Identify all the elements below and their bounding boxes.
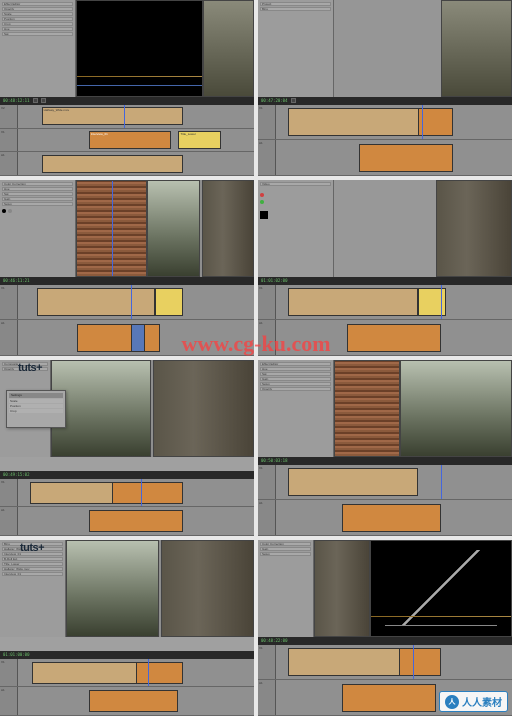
empty-canvas xyxy=(334,0,441,97)
color-panel: Color Correction Hue Sat Gain Setup xyxy=(0,180,76,277)
dot-green[interactable] xyxy=(260,200,264,204)
playhead[interactable] xyxy=(124,105,125,128)
panel-3: Color Correction Hue Sat Gain Setup 00:4… xyxy=(0,180,254,356)
playhead[interactable] xyxy=(422,105,423,140)
play-button[interactable] xyxy=(33,98,38,103)
indicator-dots xyxy=(260,193,331,197)
param-sat[interactable]: Sat xyxy=(2,32,73,36)
panel-6: Effect Editor Hue Sat Gain Setup Opacity… xyxy=(258,360,512,536)
monitor-b xyxy=(161,540,254,637)
bin-panel: Bins Hallway_Wide.mov Interview_01 B-Rol… xyxy=(0,540,66,637)
preview-thumbnail xyxy=(203,0,254,97)
program-monitor xyxy=(400,360,512,457)
screenshot-grid: Effect Editor Opacity Scale Position Cro… xyxy=(0,0,512,716)
swatch-gray[interactable] xyxy=(8,209,12,213)
source-brand-badge: 人 人人素材 xyxy=(439,691,508,712)
empty-canvas xyxy=(334,180,436,277)
timecode-bar: 00:48:12:11 xyxy=(0,97,254,105)
panel-title: Effect Editor xyxy=(2,2,73,6)
panel-1: Effect Editor Opacity Scale Position Cro… xyxy=(0,0,254,176)
curves-graph[interactable] xyxy=(76,0,203,97)
reference-monitor xyxy=(314,540,370,637)
black-swatch[interactable] xyxy=(260,211,268,219)
param-opacity[interactable]: Opacity xyxy=(2,7,73,11)
video-panel: Video xyxy=(258,180,334,277)
record-monitor xyxy=(436,180,512,277)
timeline-tracks[interactable]: V1 A1 xyxy=(258,105,512,176)
effect-params-panel: Effect Editor Opacity Scale Position Cro… xyxy=(0,0,76,97)
brand-icon: 人 xyxy=(445,695,459,709)
param-scale[interactable]: Scale xyxy=(2,12,73,16)
scope-display xyxy=(76,180,147,277)
source-monitor xyxy=(441,0,512,97)
waveform-scope xyxy=(334,360,400,457)
timeline-tracks[interactable]: V1 A1 xyxy=(0,285,254,356)
param-hue[interactable]: Hue xyxy=(2,27,73,31)
panel-5: Composite Opacity Settings Scale Positio… xyxy=(0,360,254,536)
project-panel: Project Bins xyxy=(258,0,334,97)
panel-8: Color Correction Gain Setup 00:48:22:00 … xyxy=(258,540,512,716)
tuts-logo: tuts+ xyxy=(20,542,44,554)
brand-text: 人人素材 xyxy=(462,694,502,709)
tuts-logo: tuts+ xyxy=(18,362,42,374)
clip-title[interactable]: Title_Lower xyxy=(178,131,220,149)
track-header-v2[interactable]: V2 xyxy=(0,105,18,128)
param-crop[interactable]: Crop xyxy=(2,22,73,26)
monitor-a xyxy=(66,540,159,637)
param-position[interactable]: Position xyxy=(2,17,73,21)
panel-title: Project xyxy=(260,2,331,6)
track-header-a1[interactable]: A1 xyxy=(0,152,18,175)
color-swatches xyxy=(2,209,73,213)
dot-red[interactable] xyxy=(260,193,264,197)
panel-4: Video 01:01:02:00 V1 A1 xyxy=(258,180,512,356)
panel-7: Bins Hallway_Wide.mov Interview_01 B-Rol… xyxy=(0,540,254,716)
preview-right xyxy=(153,360,254,457)
timeline-tracks[interactable]: V2 Hallway_Wide.mov V1 Interview_01 Title_L… xyxy=(0,105,254,176)
play-button[interactable] xyxy=(291,98,296,103)
stop-button[interactable] xyxy=(41,98,46,103)
clip-audio[interactable] xyxy=(42,155,184,173)
preview-a xyxy=(147,180,199,277)
timecode-bar: 00:47:20:04 xyxy=(258,97,512,105)
panel-2: Project Bins 00:47:20:04 V1 A1 xyxy=(258,0,512,176)
clip-video[interactable]: Hallway_Wide.mov xyxy=(42,107,184,125)
bin-row[interactable]: Bins xyxy=(260,7,331,11)
clip-audio[interactable] xyxy=(359,144,453,172)
curves-editor[interactable] xyxy=(370,540,512,637)
clip-video[interactable]: Interview_01 xyxy=(89,131,172,149)
preview-b xyxy=(202,180,254,277)
track-header-v1[interactable]: V1 xyxy=(0,129,18,152)
swatch-black[interactable] xyxy=(2,209,6,213)
timecode-display: 00:47:20:04 xyxy=(261,98,288,103)
floating-settings-window[interactable]: Settings Scale Position Crop xyxy=(6,390,66,428)
timecode-display: 00:48:12:11 xyxy=(3,98,30,103)
